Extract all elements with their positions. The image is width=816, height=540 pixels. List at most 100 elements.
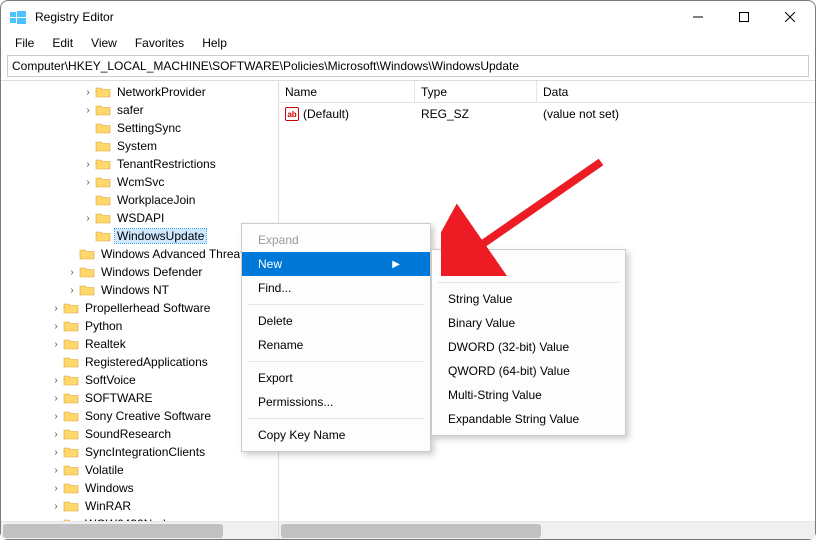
ctx-rename[interactable]: Rename bbox=[242, 333, 430, 357]
tree-node[interactable]: › Propellerhead Software bbox=[1, 299, 278, 317]
context-menu: Expand New ▶ Find... Delete Rename Expor… bbox=[241, 223, 431, 452]
expand-toggle-icon[interactable]: › bbox=[65, 285, 79, 296]
maximize-button[interactable] bbox=[721, 1, 767, 33]
expand-toggle-icon[interactable]: › bbox=[81, 213, 95, 224]
tree-hscrollbar[interactable] bbox=[1, 521, 278, 539]
tree-node[interactable]: › Realtek bbox=[1, 335, 278, 353]
col-header-type[interactable]: Type bbox=[415, 81, 537, 102]
address-bar[interactable]: Computer\HKEY_LOCAL_MACHINE\SOFTWARE\Pol… bbox=[7, 55, 809, 77]
menu-favorites[interactable]: Favorites bbox=[127, 35, 192, 51]
tree-node[interactable]: ›Windows NT bbox=[1, 281, 278, 299]
tree-pane: ›NetworkProvider›safer SettingSync System ›… bbox=[1, 81, 279, 539]
address-path: Computer\HKEY_LOCAL_MACHINE\SOFTWARE\Pol… bbox=[12, 59, 519, 73]
context-submenu-new: Key String Value Binary Value DWORD (32-… bbox=[431, 249, 626, 436]
expand-toggle-icon[interactable]: › bbox=[49, 447, 63, 458]
tree-node-label: Windows Defender bbox=[99, 265, 204, 279]
tree-node[interactable]: RegisteredApplications bbox=[1, 353, 278, 371]
tree-node-label: Windows bbox=[83, 481, 136, 495]
ctx-new-key[interactable]: Key bbox=[432, 254, 625, 278]
ctx-delete[interactable]: Delete bbox=[242, 309, 430, 333]
tree-node-label: Propellerhead Software bbox=[83, 301, 212, 315]
tree-node[interactable]: ›Python bbox=[1, 317, 278, 335]
tree-node[interactable]: › Windows bbox=[1, 479, 278, 497]
folder-icon bbox=[63, 337, 79, 351]
tree-node[interactable]: ›TenantRestrictions bbox=[1, 155, 278, 173]
tree-node[interactable]: ›Volatile bbox=[1, 461, 278, 479]
expand-toggle-icon[interactable]: › bbox=[81, 177, 95, 188]
tree-node-label: WorkplaceJoin bbox=[115, 193, 197, 207]
separator bbox=[248, 418, 424, 419]
folder-icon bbox=[63, 391, 79, 405]
tree-node[interactable]: ›NetworkProvider bbox=[1, 83, 278, 101]
tree-node[interactable]: ›SyncIntegrationClients bbox=[1, 443, 278, 461]
expand-toggle-icon[interactable]: › bbox=[49, 375, 63, 386]
ctx-new[interactable]: New ▶ bbox=[242, 252, 430, 276]
ctx-copy-key-name[interactable]: Copy Key Name bbox=[242, 423, 430, 447]
list-row[interactable]: ab (Default) REG_SZ (value not set) bbox=[279, 105, 815, 123]
expand-toggle-icon[interactable]: › bbox=[81, 87, 95, 98]
expand-toggle-icon[interactable]: › bbox=[49, 501, 63, 512]
tree-node[interactable]: › SOFTWARE bbox=[1, 389, 278, 407]
folder-icon bbox=[79, 265, 95, 279]
tree-node[interactable]: ›WcmSvc bbox=[1, 173, 278, 191]
expand-toggle-icon[interactable]: › bbox=[49, 429, 63, 440]
ctx-new-string[interactable]: String Value bbox=[432, 287, 625, 311]
tree-node[interactable]: System bbox=[1, 137, 278, 155]
expand-toggle-icon[interactable]: › bbox=[49, 303, 63, 314]
col-header-data[interactable]: Data bbox=[537, 81, 815, 102]
menubar: File Edit View Favorites Help bbox=[1, 33, 815, 53]
ctx-expand: Expand bbox=[242, 228, 430, 252]
tree-node[interactable]: › Windows Defender bbox=[1, 263, 278, 281]
titlebar: Registry Editor bbox=[1, 1, 815, 33]
tree-node[interactable]: ›WinRAR bbox=[1, 497, 278, 515]
tree-node-label: Realtek bbox=[83, 337, 128, 351]
tree-node[interactable]: ›SoftVoice bbox=[1, 371, 278, 389]
folder-icon bbox=[79, 247, 95, 261]
tree-node[interactable]: ›safer bbox=[1, 101, 278, 119]
tree-node[interactable]: Windows Advanced Threat Protection bbox=[1, 245, 278, 263]
ctx-find[interactable]: Find... bbox=[242, 276, 430, 300]
tree-node[interactable]: WindowsUpdate bbox=[1, 227, 278, 245]
expand-toggle-icon[interactable]: › bbox=[65, 267, 79, 278]
ctx-new-expandable-string[interactable]: Expandable String Value bbox=[432, 407, 625, 431]
tree-view[interactable]: ›NetworkProvider›safer SettingSync System ›… bbox=[1, 81, 278, 521]
folder-icon bbox=[63, 445, 79, 459]
menu-file[interactable]: File bbox=[7, 35, 42, 51]
folder-icon bbox=[63, 463, 79, 477]
folder-icon bbox=[63, 427, 79, 441]
ctx-permissions[interactable]: Permissions... bbox=[242, 390, 430, 414]
tree-node-label: SOFTWARE bbox=[83, 391, 155, 405]
expand-toggle-icon[interactable]: › bbox=[49, 465, 63, 476]
menu-view[interactable]: View bbox=[83, 35, 125, 51]
separator bbox=[248, 304, 424, 305]
tree-node[interactable]: WorkplaceJoin bbox=[1, 191, 278, 209]
minimize-button[interactable] bbox=[675, 1, 721, 33]
tree-node[interactable]: ›WSDAPI bbox=[1, 209, 278, 227]
expand-toggle-icon[interactable]: › bbox=[81, 159, 95, 170]
menu-help[interactable]: Help bbox=[194, 35, 235, 51]
col-header-name[interactable]: Name bbox=[279, 81, 415, 102]
ctx-new-qword[interactable]: QWORD (64-bit) Value bbox=[432, 359, 625, 383]
tree-node[interactable]: › Sony Creative Software bbox=[1, 407, 278, 425]
folder-icon bbox=[95, 211, 111, 225]
tree-node-label: Sony Creative Software bbox=[83, 409, 213, 423]
close-button[interactable] bbox=[767, 1, 813, 33]
ctx-new-dword[interactable]: DWORD (32-bit) Value bbox=[432, 335, 625, 359]
expand-toggle-icon[interactable]: › bbox=[49, 411, 63, 422]
expand-toggle-icon[interactable]: › bbox=[49, 393, 63, 404]
app-icon bbox=[9, 8, 27, 26]
tree-node-label: System bbox=[115, 139, 159, 153]
expand-toggle-icon[interactable]: › bbox=[49, 321, 63, 332]
tree-node[interactable]: ›SoundResearch bbox=[1, 425, 278, 443]
list-hscrollbar[interactable] bbox=[279, 521, 815, 539]
expand-toggle-icon[interactable]: › bbox=[49, 339, 63, 350]
menu-edit[interactable]: Edit bbox=[44, 35, 81, 51]
tree-node-label: SettingSync bbox=[115, 121, 183, 135]
ctx-export[interactable]: Export bbox=[242, 366, 430, 390]
expand-toggle-icon[interactable]: › bbox=[49, 483, 63, 494]
folder-icon bbox=[63, 409, 79, 423]
ctx-new-binary[interactable]: Binary Value bbox=[432, 311, 625, 335]
expand-toggle-icon[interactable]: › bbox=[81, 105, 95, 116]
tree-node[interactable]: SettingSync bbox=[1, 119, 278, 137]
ctx-new-multi-string[interactable]: Multi-String Value bbox=[432, 383, 625, 407]
